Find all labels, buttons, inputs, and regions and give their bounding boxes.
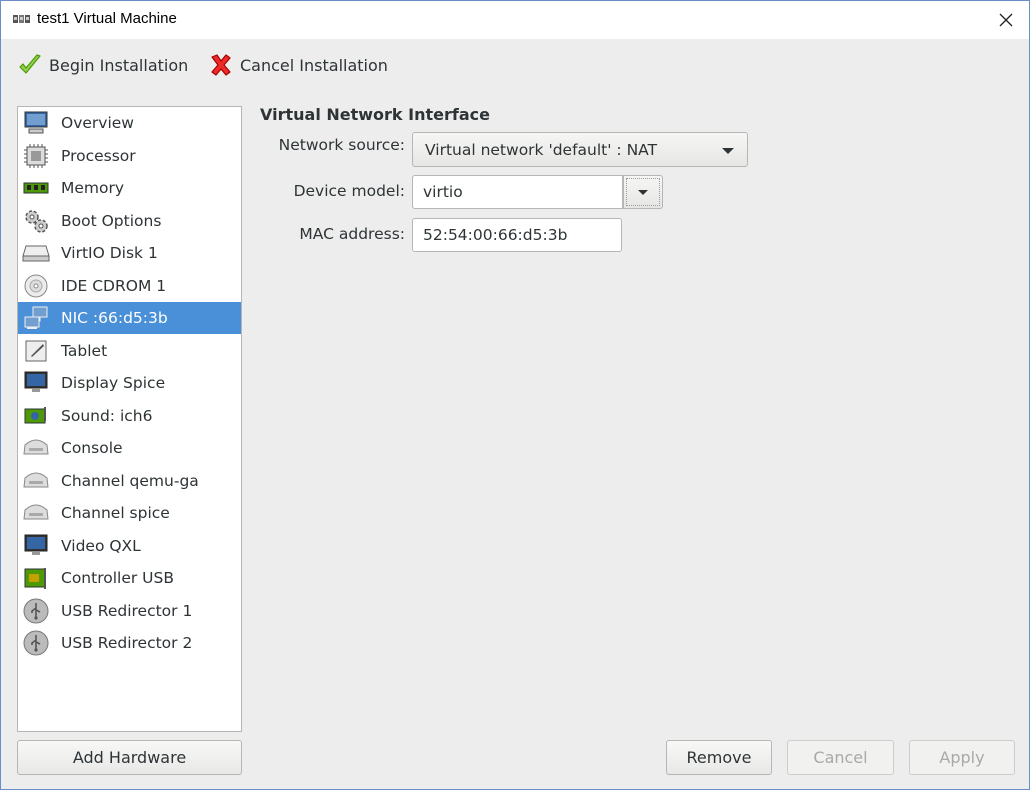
sidebar-item-memory[interactable]: Memory	[18, 172, 241, 204]
sidebar-item-display-spice[interactable]: Display Spice	[18, 367, 241, 399]
dropdown-arrow-icon	[722, 148, 734, 154]
sidebar-item-channel-qemu-ga[interactable]: Channel qemu-ga	[18, 465, 241, 497]
computer-icon	[22, 110, 50, 136]
sidebar-item-label: Tablet	[61, 341, 108, 360]
serial-icon	[22, 500, 50, 526]
gears-icon	[22, 208, 50, 234]
tablet-icon	[22, 338, 50, 364]
sidebar-item-processor[interactable]: Processor	[18, 140, 241, 172]
sidebar-item-boot-options[interactable]: Boot Options	[18, 205, 241, 237]
sidebar-item-label: NIC :66:d5:3b	[61, 309, 168, 327]
sidebar-item-label: Boot Options	[61, 211, 162, 230]
device-model-label: Device model:	[293, 182, 405, 200]
monitor-icon	[22, 370, 50, 396]
close-icon	[999, 13, 1013, 27]
sidebar-item-label: Overview	[61, 114, 134, 132]
hardware-list[interactable]: Overview Processor Memory Boot Options V…	[17, 106, 242, 732]
remove-button[interactable]: Remove	[666, 740, 772, 775]
sidebar-item-nic[interactable]: NIC :66:d5:3b	[18, 302, 241, 334]
network-source-label: Network source:	[278, 136, 405, 154]
red-x-icon	[211, 54, 231, 76]
device-model-input[interactable]: virtio	[412, 175, 623, 209]
panel-title: Virtual Network Interface	[260, 105, 490, 124]
vm-details-window: test1 Virtual Machine Begin Installation…	[0, 0, 1030, 790]
sidebar-item-console[interactable]: Console	[18, 432, 241, 464]
usb-icon	[22, 598, 50, 624]
sidebar-item-label: Memory	[61, 179, 125, 197]
vm-app-icon	[13, 15, 30, 23]
controller-card-icon	[22, 565, 50, 591]
sidebar-item-label: Controller USB	[61, 569, 174, 587]
checkmark-icon	[19, 54, 41, 74]
mac-address-label: MAC address:	[299, 225, 405, 243]
sidebar-item-tablet[interactable]: Tablet	[18, 335, 241, 367]
network-source-value: Virtual network 'default' : NAT	[425, 141, 658, 159]
sound-card-icon	[22, 403, 50, 429]
add-hardware-button[interactable]: Add Hardware	[17, 740, 242, 775]
sidebar-item-sound[interactable]: Sound: ich6	[18, 400, 241, 432]
title-bar[interactable]: test1 Virtual Machine	[1, 1, 1029, 39]
sidebar-item-video-qxl[interactable]: Video QXL	[18, 530, 241, 562]
close-window-button[interactable]	[983, 1, 1029, 39]
sidebar-item-label: Display Spice	[61, 374, 166, 392]
cancel-installation-label: Cancel Installation	[240, 55, 388, 75]
sidebar-item-label: Processor	[61, 146, 136, 165]
serial-icon	[22, 468, 50, 494]
network-source-dropdown[interactable]: Virtual network 'default' : NAT	[412, 132, 748, 167]
cancel-installation-button[interactable]: Cancel Installation	[208, 49, 388, 81]
memory-icon	[22, 175, 50, 201]
serial-icon	[22, 435, 50, 461]
begin-installation-label: Begin Installation	[49, 55, 189, 75]
sidebar-item-usb-redirector-1[interactable]: USB Redirector 1	[18, 595, 241, 627]
apply-button[interactable]: Apply	[909, 740, 1015, 775]
sidebar-item-label: Sound: ich6	[61, 406, 153, 425]
network-icon	[22, 305, 50, 331]
sidebar-item-label: Channel spice	[61, 504, 170, 522]
sidebar-item-channel-spice[interactable]: Channel spice	[18, 497, 241, 529]
disk-icon	[22, 240, 50, 266]
sidebar-item-label: USB Redirector 2	[61, 634, 193, 652]
cpu-icon	[22, 143, 50, 169]
sidebar-item-label: Channel qemu-ga	[61, 471, 199, 490]
device-model-dropdown-button[interactable]	[623, 175, 663, 209]
usb-icon	[22, 630, 50, 656]
sidebar-item-label: IDE CDROM 1	[61, 276, 167, 295]
sidebar-item-label: Video QXL	[61, 536, 141, 555]
sidebar-item-virtio-disk[interactable]: VirtIO Disk 1	[18, 237, 241, 269]
sidebar-item-controller-usb[interactable]: Controller USB	[18, 562, 241, 594]
mac-address-field[interactable]: 52:54:00:66:d5:3b	[412, 218, 622, 252]
begin-installation-button[interactable]: Begin Installation	[17, 49, 188, 81]
window-title: test1 Virtual Machine	[37, 10, 177, 27]
dropdown-arrow-icon	[638, 189, 648, 195]
device-model-dropdown-focus	[626, 178, 660, 206]
sidebar-item-ide-cdrom[interactable]: IDE CDROM 1	[18, 270, 241, 302]
sidebar-item-overview[interactable]: Overview	[18, 107, 241, 139]
sidebar-item-usb-redirector-2[interactable]: USB Redirector 2	[18, 627, 241, 659]
sidebar-item-label: VirtIO Disk 1	[61, 244, 158, 262]
cdrom-icon	[22, 273, 50, 299]
monitor-icon	[22, 533, 50, 559]
sidebar-item-label: Console	[61, 439, 123, 457]
sidebar-item-label: USB Redirector 1	[61, 601, 193, 620]
cancel-button[interactable]: Cancel	[787, 740, 894, 775]
toolbar: Begin Installation Cancel Installation	[1, 39, 1029, 91]
